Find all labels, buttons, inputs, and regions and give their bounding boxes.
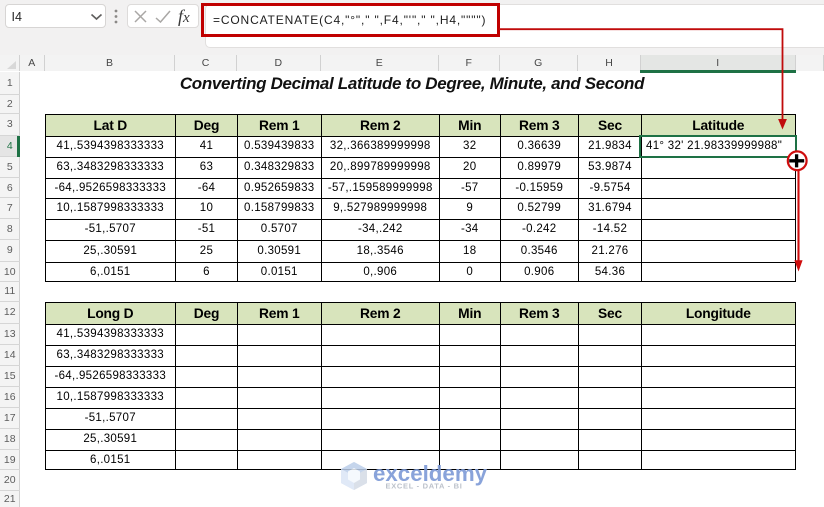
- svg-text:EXCEL - DATA - BI: EXCEL - DATA - BI: [386, 482, 463, 491]
